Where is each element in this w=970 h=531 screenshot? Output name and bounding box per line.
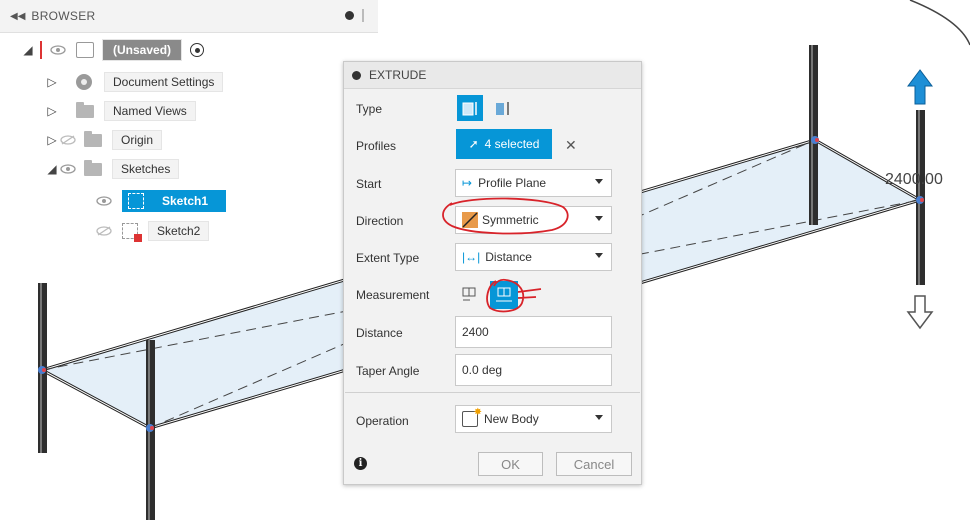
- browser-pin-icon[interactable]: [345, 11, 354, 20]
- sketch-icon: [122, 223, 142, 242]
- expanded-triangle-icon[interactable]: ◢: [22, 43, 34, 57]
- distance-input[interactable]: 2400: [455, 316, 612, 348]
- sketch-icon: [128, 193, 144, 209]
- tree-item-sketches[interactable]: ◢ Sketches: [46, 157, 180, 181]
- tree-item-origin[interactable]: ▷ Origin: [46, 128, 163, 152]
- eye-icon[interactable]: [48, 43, 68, 57]
- browser-title: BROWSER: [31, 9, 96, 23]
- profiles-select-button[interactable]: ➚ 4 selected: [456, 129, 552, 159]
- type-solid-button[interactable]: [457, 95, 483, 121]
- half-length-icon: [462, 287, 476, 301]
- distance-value: 2400: [462, 325, 489, 339]
- tree-item-sketch1[interactable]: Sketch1: [94, 189, 227, 213]
- operation-value: New Body: [484, 412, 539, 426]
- root-component-label[interactable]: (Unsaved): [102, 39, 183, 61]
- tree-item-label: Document Settings: [104, 72, 224, 92]
- tree-item-sketch2[interactable]: Sketch2: [94, 219, 210, 243]
- type-label: Type: [356, 102, 383, 116]
- dialog-collapse-icon[interactable]: [352, 70, 361, 80]
- whole-length-icon: [496, 287, 512, 302]
- eye-hidden-icon[interactable]: [94, 224, 114, 238]
- extrude-dialog: EXTRUDE Type Profiles ➚ 4 selected ✕ Sta…: [343, 61, 642, 485]
- dimension-value[interactable]: 2400.00: [885, 171, 943, 189]
- folder-icon: [84, 130, 102, 147]
- collapsed-triangle-icon[interactable]: ▷: [46, 133, 58, 147]
- collapsed-triangle-icon[interactable]: ▷: [46, 75, 58, 89]
- surface-extrude-icon: [496, 102, 509, 115]
- direction-value: Symmetric: [482, 213, 539, 227]
- distance-icon: |↔|: [462, 250, 481, 264]
- post: [809, 45, 818, 225]
- eye-icon[interactable]: [58, 162, 78, 176]
- extrude-down-arrow-icon[interactable]: [906, 295, 934, 330]
- info-icon[interactable]: i: [354, 457, 367, 470]
- collapsed-triangle-icon[interactable]: ▷: [46, 104, 58, 118]
- sketch1-selected[interactable]: Sketch1: [122, 190, 227, 212]
- new-body-icon: ✸: [462, 407, 482, 427]
- tree-item-label: Origin: [112, 130, 163, 150]
- taper-angle-input[interactable]: 0.0 deg: [455, 354, 612, 386]
- extrude-up-arrow-icon[interactable]: [907, 69, 933, 105]
- browser-header: ◀◀ BROWSER: [0, 0, 378, 33]
- extent-value: Distance: [485, 250, 532, 264]
- gear-icon: [76, 74, 92, 90]
- chevron-down-icon: [595, 179, 603, 184]
- start-select[interactable]: ↦ Profile Plane: [455, 169, 612, 197]
- folder-icon: [76, 101, 94, 118]
- tree-item-label: Named Views: [104, 101, 196, 121]
- ok-button[interactable]: OK: [478, 452, 543, 476]
- solid-extrude-icon: [462, 102, 477, 116]
- start-value: Profile Plane: [478, 176, 547, 190]
- profiles-label: Profiles: [356, 139, 397, 153]
- component-icon: [76, 42, 94, 58]
- viewcube-arc: [909, 0, 970, 46]
- eye-hidden-icon[interactable]: [58, 133, 78, 147]
- eye-icon[interactable]: [94, 194, 114, 208]
- panel-divider[interactable]: [362, 9, 364, 22]
- folder-icon: [84, 159, 102, 176]
- operation-select[interactable]: ✸ New Body: [455, 405, 612, 433]
- dialog-title-bar[interactable]: EXTRUDE: [344, 62, 641, 89]
- measurement-label: Measurement: [356, 288, 430, 302]
- profiles-value: 4 selected: [484, 137, 540, 151]
- distance-label: Distance: [356, 326, 403, 340]
- tree-item-document-settings[interactable]: ▷ Document Settings: [46, 70, 224, 94]
- tree-item-label: Sketches: [112, 159, 180, 179]
- chevron-down-icon: [595, 216, 603, 221]
- taper-value: 0.0 deg: [462, 363, 503, 377]
- profile-plane-icon: ↦: [462, 176, 473, 190]
- start-label: Start: [356, 177, 382, 191]
- tree-item-label: Sketch2: [148, 221, 210, 241]
- chevron-down-icon: [595, 253, 603, 258]
- cursor-icon: ➚: [468, 137, 479, 151]
- dialog-title: EXTRUDE: [369, 68, 427, 82]
- tree-item-named-views[interactable]: ▷ Named Views: [46, 99, 196, 123]
- taper-angle-label: Taper Angle: [356, 364, 420, 378]
- type-surface-button[interactable]: [489, 95, 515, 121]
- symmetric-icon: [462, 212, 478, 228]
- tree-item-label: Sketch1: [162, 194, 209, 208]
- clear-selection-icon[interactable]: ✕: [565, 137, 577, 154]
- divider: [345, 392, 640, 393]
- direction-label: Direction: [356, 214, 404, 228]
- collapse-icon[interactable]: ◀◀: [10, 11, 25, 22]
- cancel-button[interactable]: Cancel: [556, 452, 632, 476]
- direction-select[interactable]: Symmetric: [455, 206, 612, 234]
- measurement-whole-button[interactable]: [490, 281, 518, 309]
- extent-type-select[interactable]: |↔| Distance: [455, 243, 612, 271]
- measurement-half-button[interactable]: [456, 281, 482, 307]
- tree-root[interactable]: ◢ (Unsaved): [22, 38, 205, 62]
- activate-radio-icon[interactable]: [190, 43, 205, 57]
- expanded-triangle-icon[interactable]: ◢: [46, 162, 58, 176]
- active-marker: [40, 41, 42, 59]
- operation-label: Operation: [356, 414, 409, 428]
- chevron-down-icon: [595, 415, 603, 420]
- extent-type-label: Extent Type: [356, 251, 420, 265]
